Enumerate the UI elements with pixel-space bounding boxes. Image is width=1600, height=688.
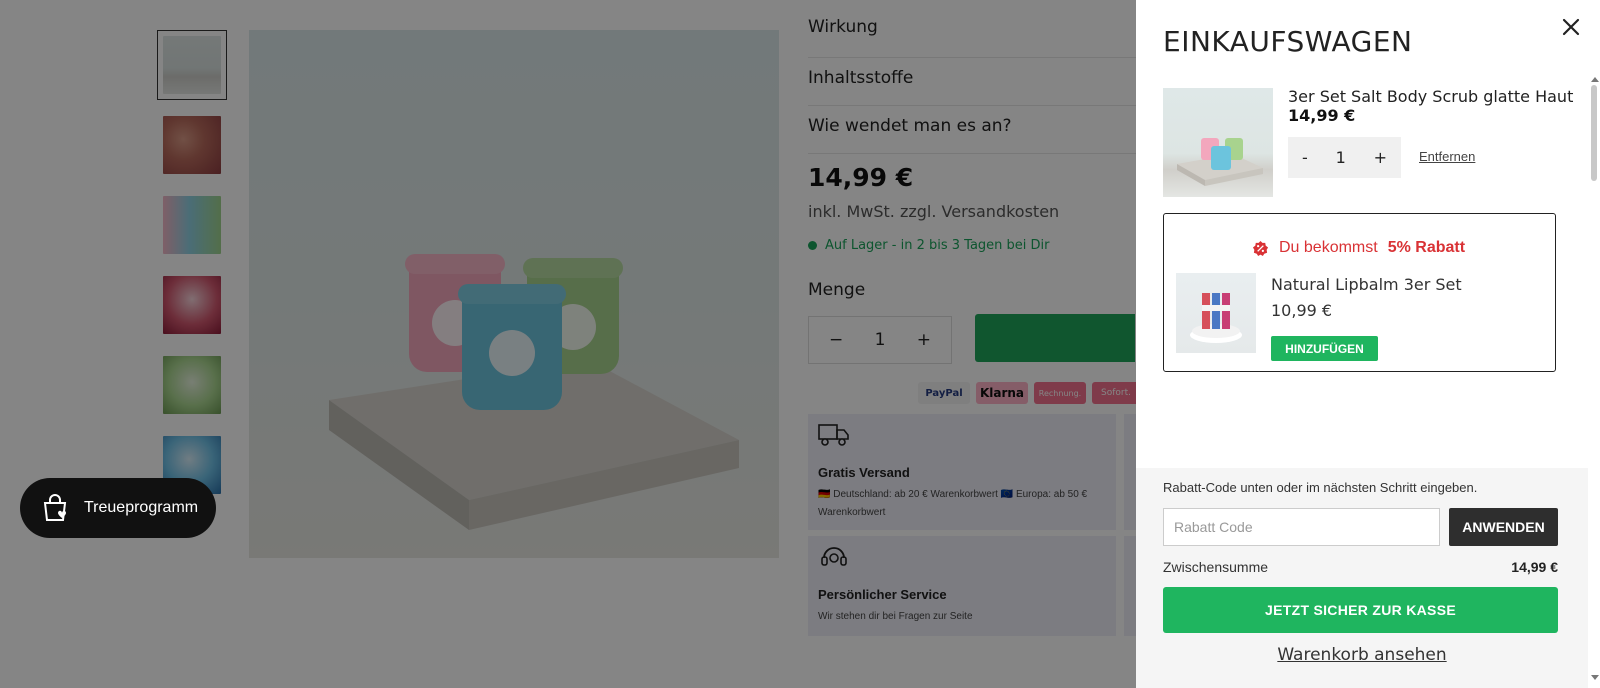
remove-item-link[interactable]: Entfernen — [1419, 149, 1475, 164]
close-icon[interactable] — [1559, 15, 1583, 39]
shopping-bag-heart-icon — [43, 494, 67, 521]
discount-badge-icon — [1252, 240, 1269, 256]
loyalty-label: Treueprogramm — [84, 499, 199, 516]
view-cart-link[interactable]: Warenkorb ansehen — [1136, 645, 1588, 665]
cart-item-name[interactable]: 3er Set Salt Body Scrub glatte Haut — [1288, 87, 1573, 106]
page-overlay[interactable] — [0, 0, 1136, 688]
discount-code-input[interactable]: Rabatt Code — [1163, 508, 1440, 546]
cart-scrollbar[interactable] — [1588, 75, 1600, 688]
scroll-up-arrow-icon[interactable] — [1591, 77, 1599, 82]
cart-drawer: EINKAUFSWAGEN 3er Set Salt Body Scrub gl… — [1136, 0, 1600, 688]
cart-item-decrease-button[interactable]: - — [1302, 148, 1308, 167]
discount-hint: Rabatt-Code unten oder im nächsten Schri… — [1163, 480, 1478, 495]
upsell-discount-text: 5% Rabatt — [1387, 239, 1466, 256]
upsell-add-button[interactable]: HINZUFÜGEN — [1271, 336, 1378, 361]
upsell-box: Du bekommst 5% Rabatt Natural Lipbalm 3e… — [1163, 213, 1556, 372]
cart-item-price: 14,99 € — [1288, 106, 1356, 125]
subtotal-label: Zwischensumme — [1163, 559, 1269, 575]
loyalty-program-button[interactable]: Treueprogramm — [20, 478, 216, 538]
scroll-thumb[interactable] — [1591, 85, 1597, 181]
upsell-product-image[interactable] — [1176, 273, 1256, 353]
cart-item-picture — [1177, 138, 1263, 186]
upsell-product-name[interactable]: Natural Lipbalm 3er Set — [1271, 275, 1462, 294]
upsell-lead-text: Du bekommst — [1279, 239, 1378, 256]
cart-item-image[interactable] — [1163, 88, 1273, 197]
upsell-product-price: 10,99 € — [1271, 301, 1333, 320]
upsell-headline: Du bekommst 5% Rabatt — [1252, 239, 1465, 257]
subtotal-value: 14,99 € — [1511, 559, 1558, 575]
checkout-button[interactable]: JETZT SICHER ZUR KASSE — [1163, 587, 1558, 633]
apply-discount-button[interactable]: ANWENDEN — [1449, 508, 1558, 546]
scroll-down-arrow-icon[interactable] — [1591, 675, 1599, 680]
cart-item-quantity-value[interactable]: 1 — [1336, 148, 1346, 167]
lipbalm-picture — [1190, 293, 1242, 343]
cart-footer: Rabatt-Code unten oder im nächsten Schri… — [1136, 468, 1588, 688]
cart-title: EINKAUFSWAGEN — [1163, 25, 1413, 58]
cart-item-increase-button[interactable]: + — [1374, 148, 1387, 167]
cart-item-quantity-stepper: - 1 + — [1288, 137, 1401, 178]
